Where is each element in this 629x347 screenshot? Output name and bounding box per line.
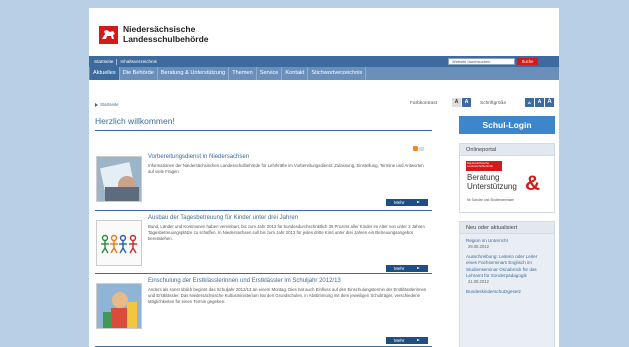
article-title[interactable]: Ausbau der Tagesbetreuung für Kinder unt… [148, 215, 298, 221]
more-label: Mehr [394, 266, 405, 271]
sidebar: Schul-Login Onlineportal Niedersächsisch… [459, 116, 555, 347]
top-bar: Startseite Inhaltsverzeichnis Website du… [89, 56, 559, 67]
contrast-normal-button[interactable]: A [452, 98, 461, 107]
coat-of-arms-icon[interactable] [99, 26, 118, 44]
rss-icon[interactable] [413, 146, 424, 152]
article-item: Ausbau der Tagesbetreuung für Kinder unt… [95, 214, 432, 274]
ampersand-logo: & [525, 172, 541, 195]
contrast-label: Farbkontrast [410, 101, 437, 106]
contrast-high-button[interactable]: A [462, 98, 471, 107]
nav-item-aktuelles[interactable]: Aktuelles [90, 67, 120, 80]
more-button[interactable]: Mehr [386, 199, 428, 206]
more-button[interactable]: Mehr [386, 337, 428, 344]
nav-item-behoerde[interactable]: Die Behörde [120, 67, 158, 80]
news-date: 29.08.2012 [468, 244, 489, 250]
article-text: Bund, Länder und Kommunen haben vereinba… [148, 224, 425, 242]
divider [116, 58, 118, 65]
arrow-right-icon [417, 267, 420, 269]
arrow-right-icon [417, 339, 420, 341]
article-title[interactable]: Einschulung der Erstklässlerinnen und Er… [148, 278, 341, 284]
more-label: Mehr [394, 200, 405, 205]
breadcrumb-arrow-icon [95, 102, 98, 107]
font-medium-button[interactable]: A [535, 98, 544, 107]
page-title: Herzlich willkommen! [95, 116, 432, 131]
topbar-link-home[interactable]: Startseite [92, 59, 115, 64]
search-input[interactable]: Website durchsuchen [448, 58, 515, 65]
main-navigation: Aktuelles Die Behörde Beratung & Unterst… [89, 67, 559, 80]
nav-item-kontakt[interactable]: Kontakt [282, 67, 309, 80]
banner-title-line-2: Unterstützung [467, 182, 517, 191]
arrow-right-icon [417, 201, 420, 203]
page-container: Niedersächsische Landesschulbehörde Star… [89, 8, 559, 347]
news-link[interactable]: Bundeskinderschutzgesetz [466, 289, 548, 295]
banner-title: Beratung Unterstützung [467, 173, 517, 191]
search-button[interactable]: Suche [517, 58, 538, 65]
news-heading: Neu oder aktualisiert [459, 221, 555, 234]
article-image[interactable] [96, 220, 142, 266]
article-image[interactable] [96, 156, 142, 202]
article-text: Anders als sonst üblich beginnt das Schu… [148, 287, 427, 305]
font-large-button[interactable]: A [545, 98, 554, 107]
breadcrumb-home: Startseite [100, 102, 119, 107]
article-title[interactable]: Vorbereitungsdienst in Niedersachsen [148, 154, 249, 160]
news-date: 21.08.2012 [468, 279, 489, 285]
font-small-button[interactable]: A [525, 98, 534, 107]
banner-title-line-1: Beratung [467, 173, 500, 182]
article-image[interactable] [96, 283, 142, 329]
onlineportal-banner[interactable]: Niedersächsische Landesschulbehörde Bera… [459, 156, 555, 213]
topbar-link-index[interactable]: Inhaltsverzeichnis [118, 59, 159, 64]
site-header: Niedersächsische Landesschulbehörde [89, 8, 559, 56]
more-label: Mehr [394, 338, 405, 343]
banner-label: Niedersächsische Landesschulbehörde [466, 161, 502, 171]
tool-row: Startseite Farbkontrast A A Schriftgröße… [89, 98, 559, 114]
main-content: Herzlich willkommen! Vorbereitungsdienst… [95, 116, 432, 347]
logo-line-2: Landesschulbehörde [123, 33, 209, 44]
more-button[interactable]: Mehr [386, 265, 428, 272]
schul-login-button[interactable]: Schul-Login [459, 116, 555, 134]
article-item: Vorbereitungsdienst in Niedersachsen Inf… [95, 153, 432, 211]
fontsize-label: Schriftgröße [480, 101, 507, 106]
search-placeholder: Website durchsuchen [452, 59, 491, 64]
nav-item-stichwort[interactable]: Stichwortverzeichnis [308, 67, 367, 80]
breadcrumb[interactable]: Startseite [95, 102, 119, 107]
onlineportal-heading: Onlineportal [459, 143, 555, 156]
nav-item-themen[interactable]: Themen [229, 67, 257, 80]
article-text: Informationen der Niedersächsischen Land… [148, 163, 424, 175]
article-item: Einschulung der Erstklässlerinnen und Er… [95, 277, 432, 347]
nav-item-beratung[interactable]: Beratung & Unterstützung [158, 67, 230, 80]
news-link[interactable]: Ausschreibung: Leiterin oder Leiter eine… [466, 254, 548, 279]
banner-subtitle: für Schulen und Studienseminare [467, 198, 515, 202]
nav-item-service[interactable]: Service [257, 67, 283, 80]
news-list: Region im Unterricht 29.08.2012 Ausschre… [459, 234, 555, 347]
site-logo-text[interactable]: Niedersächsische Landesschulbehörde [123, 24, 209, 44]
